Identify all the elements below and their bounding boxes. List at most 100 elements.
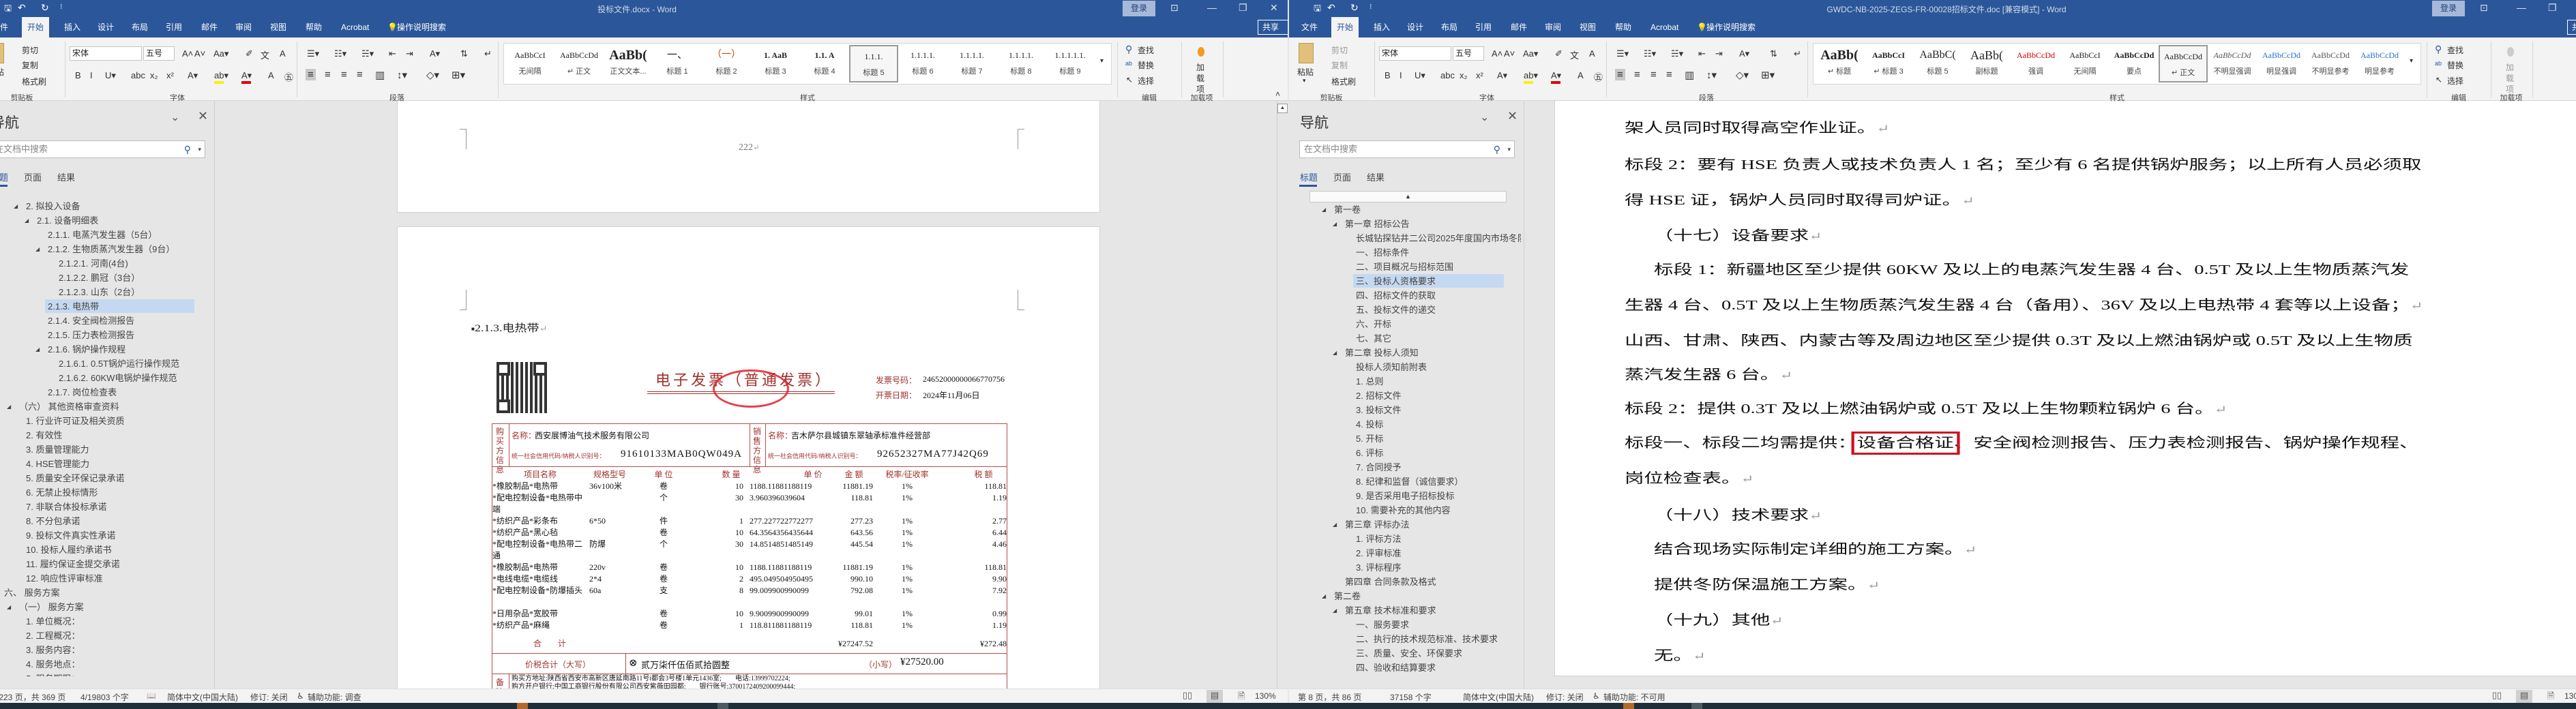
nav-item[interactable]: 7. 非联合体投标承诺 [0,500,205,514]
language[interactable]: 简体中文(中国大陆) [1463,691,1534,703]
tab-8[interactable]: 视图 [1574,17,1601,37]
phonetic-guide-icon[interactable]: 文 [1570,48,1579,61]
tab-0[interactable]: 文件 [0,17,14,37]
character-shading-button[interactable]: A [1578,70,1584,80]
shading-button[interactable]: ◇▾ [426,69,439,81]
ribbon-display-options-icon[interactable]: ⊡ [2480,2,2488,14]
nav-search-input[interactable]: 在文档中搜索 ⚲ ▾ [1299,140,1515,158]
bold-button[interactable]: B [1385,70,1391,80]
accessibility-status[interactable]: 辅助功能: 不可用 [1603,691,1665,703]
nav-item[interactable]: ◢ 第一章 招标公告 [1289,217,1514,231]
paste-dropdown-icon[interactable]: ▾ [1303,77,1306,85]
font-color-button[interactable]: A▾ [1551,70,1561,81]
nav-tab-0[interactable]: 标题 [0,170,8,183]
track-changes-status[interactable]: 修订: 关闭 [250,691,288,703]
collapse-ribbon-icon[interactable]: ˄ [1275,89,1280,99]
tab-6[interactable]: 邮件 [1505,17,1533,37]
nav-options-chevron-icon[interactable]: ⌄ [171,110,179,124]
page-count[interactable]: 第 223 页，共 369 页 [0,691,65,703]
restore-icon[interactable]: ❐ [1239,2,1247,14]
line-spacing-button[interactable]: ↕▾ [1706,69,1717,81]
grow-font-icon[interactable]: A˄ [182,48,193,59]
paragraph-line[interactable]: 标段 2：要有 HSE 负责人或技术负责人 1 名；至少有 6 名提供锅炉服务；… [1625,153,2421,173]
read-mode-icon[interactable]: ▯▯ [1179,690,1196,703]
paragraph-line[interactable]: 架人员同时取得高空作业证。 [1625,117,1889,136]
paragraph-line[interactable]: 岗位检查表。 [1625,467,1753,487]
text-effects-button[interactable]: A▾ [188,70,198,81]
replace-button[interactable]: 替换 [1138,59,1154,71]
document-area[interactable]: 222 ■2.1.3.电热带 电子发票（普通发票）发票号码：2465200000… [215,101,1288,689]
nav-item[interactable]: 12. 响应性评审标准 [0,571,205,586]
nav-item[interactable]: ◢ 第三章 评标办法 [1289,517,1514,532]
customize-quick-access-icon[interactable]: ⁝ [60,2,63,11]
nav-tab-1[interactable]: 页面 [1333,170,1351,183]
show-marks-icon[interactable]: ↵ [484,48,492,59]
multilevel-list-icon[interactable]: ☵▾ [1671,48,1683,59]
nav-item[interactable]: 11. 履约保证金提交承诺 [0,557,205,571]
tab-0[interactable]: 文件 [1296,17,1323,37]
search-icon[interactable]: ⚲ [184,141,191,157]
tab-10[interactable]: Acrobat [1645,17,1684,37]
tab-4[interactable]: 布局 [1436,17,1463,37]
style-item[interactable]: AaBbCcDd 不明显强调 [2208,45,2257,82]
web-layout-icon[interactable]: 🗎 [2543,690,2559,703]
nav-item[interactable]: 2. 评审标准 [1289,546,1514,560]
nav-item[interactable]: 2. 招标文件 [1289,389,1514,403]
paragraph-line[interactable]: 结合现场实际制定详细的施工方案。 [1654,538,1977,558]
style-item[interactable]: AaBbC(标题 5 [1913,45,1962,82]
highlight-button[interactable]: ab▾ [214,70,228,81]
zoom-level[interactable]: 130% [2564,691,2576,701]
center-button[interactable]: ≡ [1634,69,1640,80]
clear-formatting-icon[interactable]: ✐ [246,48,253,59]
tab-3[interactable]: 设计 [1402,17,1429,37]
nav-item[interactable]: 4. 投标 [1289,417,1514,432]
style-item[interactable]: AaBb(正文文本... [604,45,653,82]
style-item[interactable]: 1.1.1.1. 标题 7 [947,45,996,82]
tab-4[interactable]: 布局 [126,17,153,37]
style-item[interactable]: AaBbCcI 无间隔 [2060,45,2109,82]
undo-icon[interactable]: ↶ [1327,2,1335,14]
character-border-icon[interactable]: A [1589,48,1595,59]
highlight-button[interactable]: ab▾ [1524,70,1538,81]
collapse-triangle-icon[interactable]: ◢ [35,342,40,357]
nav-item[interactable]: ◢ 2.1. 设备明细表 [0,213,205,228]
multilevel-list-icon[interactable]: ☵▾ [361,48,374,59]
addins-button[interactable]: 加载项 [2506,62,2521,95]
paragraph-line[interactable]: 蒸汽发生器 6 台。 [1625,363,1792,383]
style-item[interactable]: 1.1.1.1. 标题 6 [898,45,947,82]
nav-tab-1[interactable]: 页面 [24,170,42,183]
font-size-select[interactable]: 五号 [1453,46,1484,61]
search-icon[interactable]: ⚲ [1494,141,1500,157]
nav-item[interactable]: 4. HSE管理能力 [0,457,205,471]
underline-button[interactable]: U▾ [105,70,116,81]
underline-button[interactable]: U▾ [1415,70,1425,81]
align-left-button[interactable]: ≡ [306,69,316,80]
nav-item[interactable]: 1. 评标方法 [1289,532,1514,546]
collapse-triangle-icon[interactable]: ◢ [35,242,40,256]
tab-1[interactable]: 开始 [22,17,50,37]
accessibility-status[interactable]: 辅助功能: 调查 [308,691,361,703]
read-mode-icon[interactable]: ▯▯ [2489,690,2505,703]
font-name-select[interactable]: 宋体 [70,46,142,61]
justify-button[interactable]: ≡ [357,69,363,80]
styles-gallery[interactable]: AaBbCcI 无间隔 AaBbCcDd ↵ 正文 AaBb(正文文本... 一、 标题 1… [503,43,1112,85]
italic-button[interactable]: I [1400,70,1402,80]
align-left-button[interactable]: ≡ [1615,69,1625,80]
distributed-button[interactable]: ▥ [1685,69,1694,81]
paragraph-line[interactable]: 标段一、标段二均需提供：设备合格证、安全阀检测报告、压力表检测报告、锅炉操作规程… [1625,432,2418,455]
nav-item[interactable]: 3. 投标文件 [1289,403,1514,417]
undo-icon[interactable]: ↶ [18,2,26,14]
redo-icon[interactable]: ↻ [1350,2,1359,14]
tab-9[interactable]: 帮助 [1610,17,1637,37]
style-item[interactable]: AaBbCcDd 不明显参考 [2306,45,2355,82]
nav-item[interactable]: 9. 投标文件真实性承诺 [0,528,205,543]
nav-item[interactable]: 2. 有效性 [0,428,205,442]
tab-9[interactable]: 帮助 [300,17,327,37]
align-right-button[interactable]: ≡ [341,69,347,80]
nav-item[interactable]: 2.1.1. 电蒸汽发生器（5台） [0,228,205,242]
bullets-icon[interactable]: ☰▾ [307,48,319,59]
increase-indent-icon[interactable]: ⇥ [1715,48,1723,59]
nav-item[interactable]: 5. 质量安全环保记录承诺 [0,471,205,485]
taskbar-app-icon[interactable] [1691,703,1702,709]
nav-item[interactable]: 三、质量、安全、环保要求 [1289,646,1514,661]
